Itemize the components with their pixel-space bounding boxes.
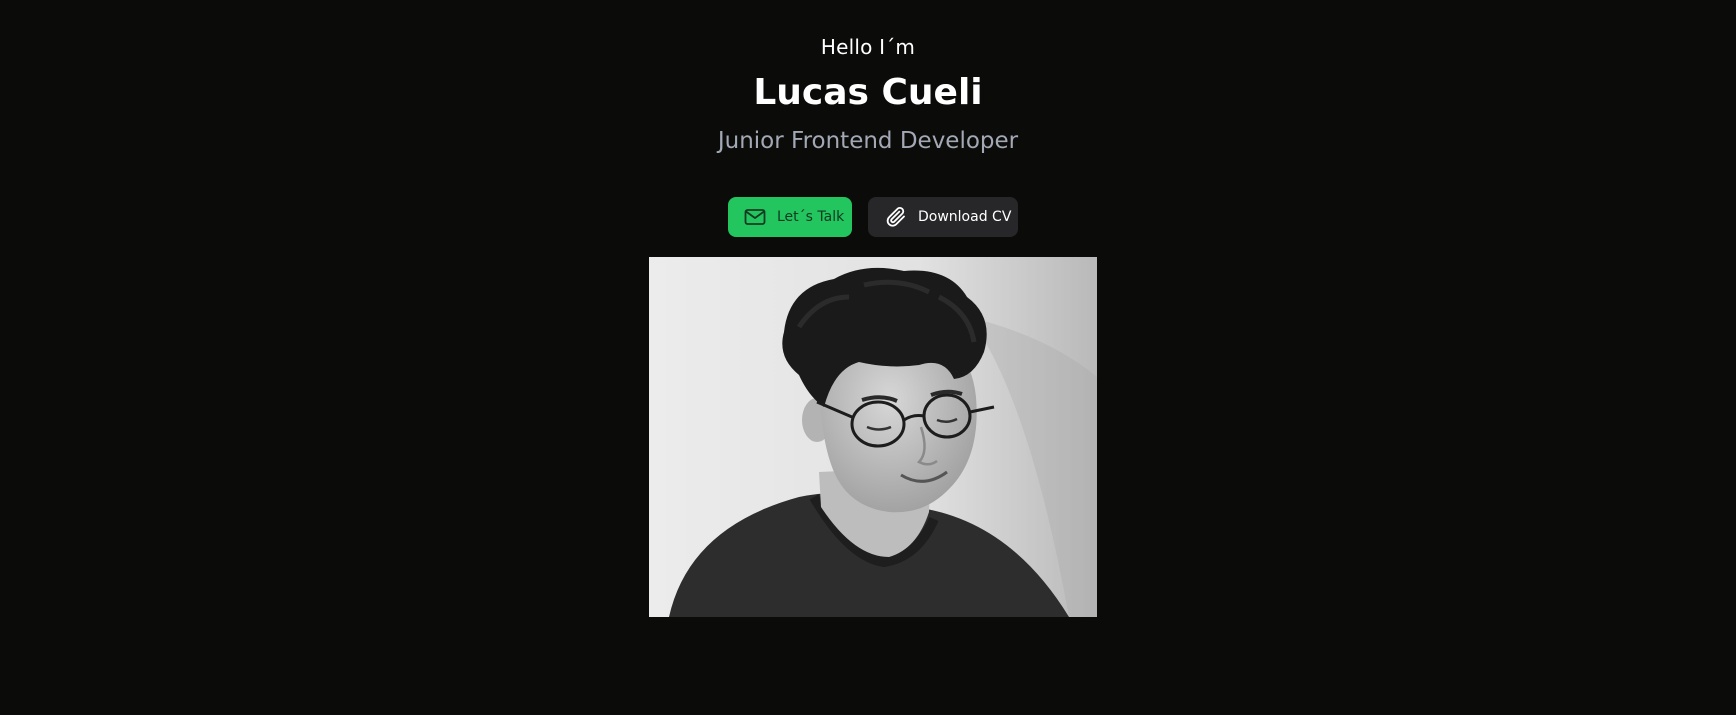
profile-role: Junior Frontend Developer <box>717 128 1019 154</box>
lets-talk-label: Let´s Talk <box>777 209 845 225</box>
lets-talk-button[interactable]: Let´s Talk <box>728 197 852 237</box>
paperclip-icon <box>884 205 908 229</box>
hero-section: Hello I´m Lucas Cueli Junior Frontend De… <box>0 0 1736 715</box>
download-cv-button[interactable]: Download CV <box>868 197 1018 237</box>
profile-name: Lucas Cueli <box>753 72 983 113</box>
portrait-photo <box>649 257 1097 617</box>
mail-icon <box>743 205 767 229</box>
download-cv-label: Download CV <box>918 209 1012 225</box>
greeting-text: Hello I´m <box>820 35 916 59</box>
